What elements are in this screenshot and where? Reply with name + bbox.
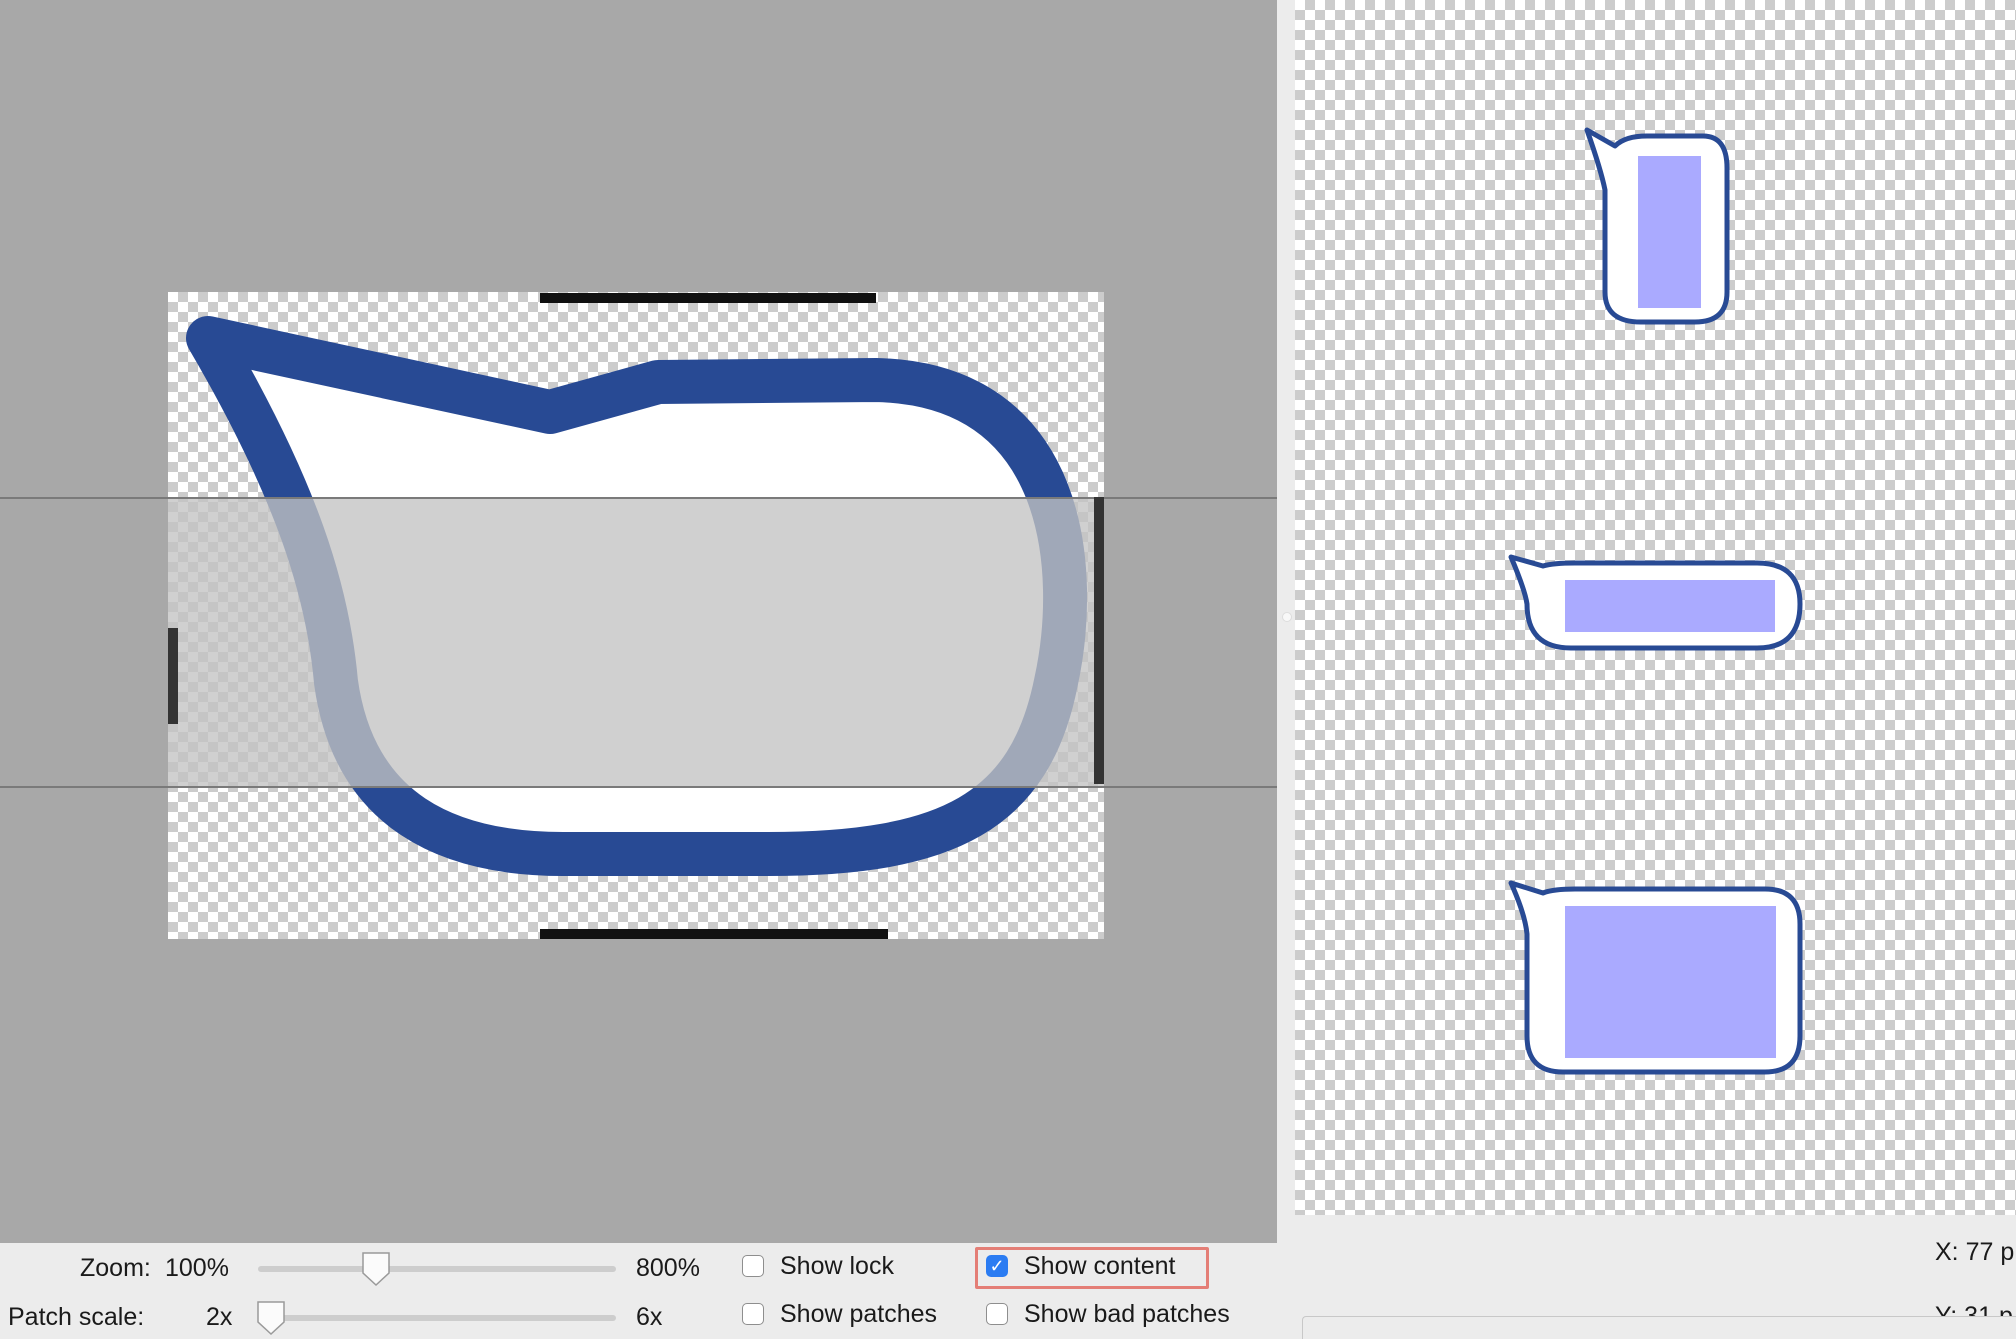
zoom-slider-track[interactable] xyxy=(258,1266,616,1272)
left-stretch-marker[interactable] xyxy=(168,628,178,724)
preview-bubble-wide xyxy=(1508,554,1803,651)
top-stretch-marker[interactable] xyxy=(540,293,876,303)
zoom-label: Zoom: xyxy=(80,1254,151,1282)
image-canvas[interactable] xyxy=(168,292,1104,939)
stretch-region-overlay xyxy=(289,498,1104,787)
show-lock-checkbox[interactable] xyxy=(742,1255,764,1277)
patch-scale-min-label: 2x xyxy=(206,1303,233,1331)
guide-line-bottom[interactable] xyxy=(0,786,1277,788)
x-coordinate-readout: X: 77 p xyxy=(1935,1238,2015,1266)
show-content-highlight xyxy=(975,1247,1209,1289)
bottom-content-marker[interactable] xyxy=(540,929,888,939)
zoom-value: 100% xyxy=(165,1254,229,1282)
splitter-handle[interactable] xyxy=(1282,612,1292,622)
patch-scale-slider-thumb[interactable] xyxy=(256,1300,286,1336)
guide-line-top[interactable] xyxy=(0,497,1277,499)
patch-scale-max-label: 6x xyxy=(636,1303,663,1331)
preview-bubble-large xyxy=(1508,880,1803,1075)
zoom-max-label: 800% xyxy=(636,1254,700,1282)
right-content-marker[interactable] xyxy=(1094,497,1104,784)
preview-bubbles xyxy=(1508,127,1803,1075)
show-patches-checkbox[interactable] xyxy=(742,1303,764,1325)
preview-bubble-tall xyxy=(1584,127,1730,325)
show-bad-patches-checkbox[interactable] xyxy=(986,1303,1008,1325)
patch-scale-label: Patch scale: xyxy=(8,1303,145,1331)
status-footer-frame xyxy=(1302,1316,2016,1339)
show-patches-label[interactable]: Show patches xyxy=(780,1300,937,1329)
show-bad-patches-label[interactable]: Show bad patches xyxy=(1024,1300,1230,1329)
patch-scale-slider-track[interactable] xyxy=(258,1315,616,1321)
zoom-slider-thumb[interactable] xyxy=(361,1251,391,1287)
nine-patch-editor[interactable] xyxy=(0,0,1277,1243)
preview-pane xyxy=(1295,0,2016,1215)
horizontal-patch-band xyxy=(168,498,289,787)
show-lock-label[interactable]: Show lock xyxy=(780,1252,894,1281)
